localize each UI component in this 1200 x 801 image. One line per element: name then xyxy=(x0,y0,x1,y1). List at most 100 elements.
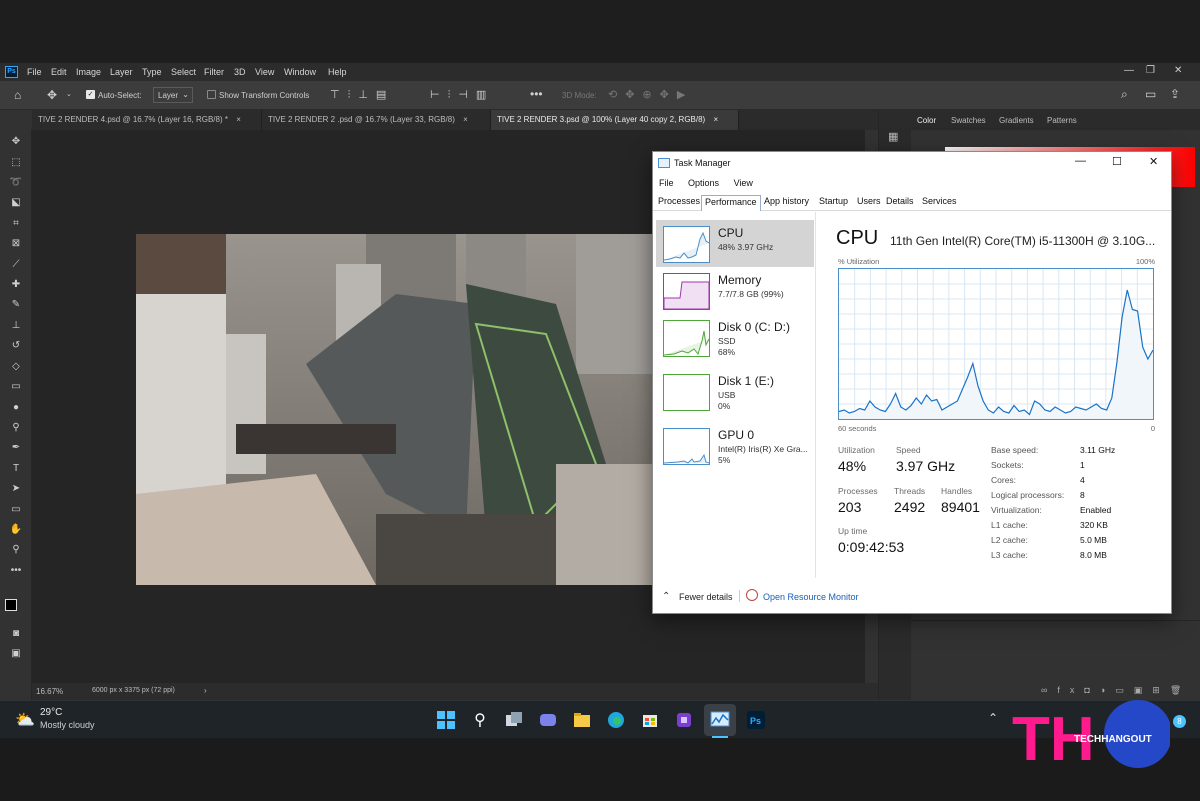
menu-select[interactable]: Select xyxy=(171,67,196,77)
menu-layer[interactable]: Layer xyxy=(110,67,133,77)
search-icon[interactable]: ⚲ xyxy=(470,710,490,730)
resource-cpu[interactable]: CPU 48% 3.97 GHz xyxy=(656,220,814,267)
align-icons[interactable]: ⊤⫶⊥▤ xyxy=(330,88,394,102)
restore-icon[interactable]: ❐ xyxy=(1146,65,1155,76)
notification-badge[interactable]: 8 xyxy=(1173,715,1186,728)
eraser-tool-icon[interactable]: ◇ xyxy=(8,360,24,374)
frame-tool-icon[interactable]: ⊠ xyxy=(8,237,24,251)
tab-processes[interactable]: Processes xyxy=(655,195,703,210)
microsoft-store-icon[interactable] xyxy=(640,710,660,730)
dodge-tool-icon[interactable]: ⚲ xyxy=(8,421,24,435)
home-icon[interactable]: ⌂ xyxy=(14,88,21,102)
stamp-tool-icon[interactable]: ⊥ xyxy=(8,319,24,333)
path-select-icon[interactable]: ➤ xyxy=(8,482,24,496)
zoom-tool-icon[interactable]: ⚲ xyxy=(8,543,24,557)
brush-tool-icon[interactable]: ✎ xyxy=(8,298,24,312)
menu-view[interactable]: View xyxy=(255,67,274,77)
hand-tool-icon[interactable]: ✋ xyxy=(8,523,24,537)
minimize-icon[interactable]: — xyxy=(1124,65,1134,76)
pen-tool-icon[interactable]: ✒ xyxy=(8,441,24,455)
menu-type[interactable]: Type xyxy=(142,67,162,77)
resource-gpu-0[interactable]: GPU 0 Intel(R) Iris(R) Xe Gra... 5% xyxy=(656,422,814,469)
distribute-icons[interactable]: ⊢⫶⊣▥ xyxy=(430,88,494,102)
history-panel-icon[interactable]: ▦ xyxy=(888,130,898,143)
eyedropper-tool-icon[interactable]: ⟋ xyxy=(8,258,24,272)
tab-color[interactable]: Color xyxy=(917,116,936,125)
screen-mode-icon[interactable]: ▣ xyxy=(8,647,24,661)
gradient-tool-icon[interactable]: ▭ xyxy=(8,380,24,394)
open-resource-monitor-link[interactable]: Open Resource Monitor xyxy=(763,592,859,602)
more-options-icon[interactable]: ••• xyxy=(530,87,543,101)
show-transform-checkbox[interactable] xyxy=(207,90,216,99)
resource-memory[interactable]: Memory 7.7/7.8 GB (99%) xyxy=(656,267,814,314)
zoom-level[interactable]: 16.67% xyxy=(36,687,63,696)
tab-gradients[interactable]: Gradients xyxy=(999,116,1034,125)
lasso-tool-icon[interactable]: ➰ xyxy=(8,176,24,190)
close-icon[interactable]: ✕ xyxy=(1149,155,1158,168)
menu-window[interactable]: Window xyxy=(284,67,316,77)
tab-swatches[interactable]: Swatches xyxy=(951,116,986,125)
menu-file[interactable]: File xyxy=(27,67,42,77)
tab-performance[interactable]: Performance xyxy=(701,195,761,211)
tab-render-3[interactable]: TIVE 2 RENDER 3.psd @ 100% (Layer 40 cop… xyxy=(491,110,739,130)
history-brush-icon[interactable]: ↺ xyxy=(8,339,24,353)
minimize-icon[interactable]: — xyxy=(1075,155,1086,167)
marquee-tool-icon[interactable]: ⬚ xyxy=(8,156,24,170)
cpu-app-icon[interactable] xyxy=(674,710,694,730)
workspace-icon[interactable]: ▭ xyxy=(1145,87,1156,101)
blur-tool-icon[interactable]: ● xyxy=(8,401,24,415)
auto-select-checkbox[interactable]: ✓ xyxy=(86,90,95,99)
chevron-up-icon[interactable]: ⌃ xyxy=(988,711,998,725)
task-view-icon[interactable] xyxy=(504,710,524,730)
close-icon[interactable]: × xyxy=(236,115,241,124)
foreground-color-swatch[interactable] xyxy=(5,599,17,611)
3d-mode-icons[interactable]: ⟲✥⊕✥▶ xyxy=(608,88,693,101)
close-icon[interactable]: × xyxy=(463,115,468,124)
move-tool-icon[interactable]: ✥ xyxy=(8,135,24,149)
menu-filter[interactable]: Filter xyxy=(204,67,224,77)
close-icon[interactable]: × xyxy=(713,115,718,124)
quick-mask-icon[interactable]: ◙ xyxy=(8,627,24,641)
start-icon[interactable] xyxy=(436,710,456,730)
chevron-up-icon[interactable]: ⌃ xyxy=(662,591,670,602)
task-manager-taskbar-button[interactable] xyxy=(704,704,736,736)
menu-3d[interactable]: 3D xyxy=(234,67,246,77)
fewer-details-link[interactable]: Fewer details xyxy=(679,592,733,602)
tab-startup[interactable]: Startup xyxy=(816,195,851,210)
teams-chat-icon[interactable] xyxy=(538,710,558,730)
tab-users[interactable]: Users xyxy=(854,195,884,210)
menu-file[interactable]: File xyxy=(659,178,674,188)
tab-render-2[interactable]: TIVE 2 RENDER 2 .psd @ 16.7% (Layer 33, … xyxy=(262,110,491,130)
file-explorer-icon[interactable] xyxy=(572,710,592,730)
menu-edit[interactable]: Edit xyxy=(51,67,67,77)
menu-view[interactable]: View xyxy=(734,178,753,188)
photoshop-taskbar-icon[interactable]: Ps xyxy=(746,710,766,730)
share-icon[interactable]: ⇪ xyxy=(1170,87,1180,101)
crop-tool-icon[interactable]: ⌗ xyxy=(8,217,24,231)
rectangle-tool-icon[interactable]: ▭ xyxy=(8,503,24,517)
tab-patterns[interactable]: Patterns xyxy=(1047,116,1077,125)
search-icon[interactable]: ⌕ xyxy=(1121,87,1128,102)
weather-cloudy-icon[interactable]: ⛅ xyxy=(15,710,35,730)
layer-dropdown[interactable]: Layer ⌄ xyxy=(153,87,193,103)
type-tool-icon[interactable]: T xyxy=(8,462,24,476)
chevron-down-icon[interactable]: ⌄ xyxy=(66,90,72,98)
resource-disk-0[interactable]: Disk 0 (C: D:) SSD 68% xyxy=(656,314,814,361)
close-icon[interactable]: ✕ xyxy=(1174,65,1182,76)
edge-browser-icon[interactable] xyxy=(606,710,626,730)
maximize-icon[interactable]: ☐ xyxy=(1112,155,1122,168)
menu-help[interactable]: Help xyxy=(328,67,347,77)
healing-brush-icon[interactable]: ✚ xyxy=(8,278,24,292)
object-select-tool-icon[interactable]: ⬕ xyxy=(8,196,24,210)
tab-render-4[interactable]: TIVE 2 RENDER 4.psd @ 16.7% (Layer 16, R… xyxy=(32,110,262,130)
menu-options[interactable]: Options xyxy=(688,178,719,188)
tab-services[interactable]: Services xyxy=(919,195,960,210)
layer-actions-icons[interactable]: ∞fx◘◑▭▣⊞🗑 xyxy=(1041,685,1191,696)
menu-image[interactable]: Image xyxy=(76,67,101,77)
weather-description[interactable]: Mostly cloudy xyxy=(40,720,95,730)
tab-details[interactable]: Details xyxy=(883,195,917,210)
resource-disk-1[interactable]: Disk 1 (E:) USB 0% xyxy=(656,368,814,415)
tab-app-history[interactable]: App history xyxy=(761,195,812,210)
more-tools-icon[interactable]: ••• xyxy=(8,564,24,578)
weather-temperature[interactable]: 29°C xyxy=(40,707,62,718)
